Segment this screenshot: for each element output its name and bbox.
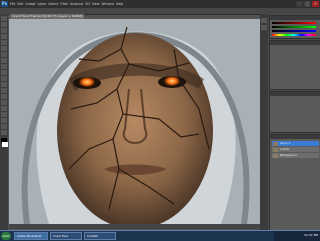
crop-tool-icon[interactable] xyxy=(1,40,7,45)
blue-slider[interactable] xyxy=(272,30,316,32)
hand-tool-icon[interactable] xyxy=(1,124,7,129)
menu-file[interactable]: File xyxy=(10,1,15,7)
history-brush-tool-icon[interactable] xyxy=(1,70,7,75)
layer-thumbnail xyxy=(273,153,278,158)
minimize-button[interactable]: – xyxy=(296,1,303,7)
eraser-tool-icon[interactable] xyxy=(1,76,7,81)
layer-thumbnail xyxy=(273,141,278,146)
pen-tool-icon[interactable] xyxy=(1,100,7,105)
color-panel xyxy=(269,15,320,39)
color-ramp[interactable] xyxy=(272,34,316,36)
history-panel-icon[interactable] xyxy=(261,18,267,23)
lasso-tool-icon[interactable] xyxy=(1,28,7,33)
shape-tool-icon[interactable] xyxy=(1,118,7,123)
gradient-tool-icon[interactable] xyxy=(1,82,7,87)
zoom-tool-icon[interactable] xyxy=(1,130,7,135)
start-button[interactable]: start xyxy=(1,232,11,240)
panel-dock: Layer 1 cracks Background xyxy=(268,14,320,231)
menu-3d[interactable]: 3D xyxy=(85,1,89,7)
properties-panel-icon[interactable] xyxy=(261,25,267,30)
status-bar xyxy=(9,224,260,229)
taskbar-item[interactable]: Untitled xyxy=(84,232,116,240)
menu-help[interactable]: Help xyxy=(116,1,123,7)
layer-name: Background xyxy=(280,153,297,157)
photoshop-logo: Ps xyxy=(1,1,8,7)
menu-layer[interactable]: Layer xyxy=(38,1,47,7)
magic-wand-tool-icon[interactable] xyxy=(1,34,7,39)
blur-tool-icon[interactable] xyxy=(1,88,7,93)
menu-filter[interactable]: Filter xyxy=(60,1,68,7)
windows-taskbar: start Adobe Photoshop Crack Face Untitle… xyxy=(0,230,320,241)
clone-stamp-tool-icon[interactable] xyxy=(1,64,7,69)
menu-view[interactable]: View xyxy=(92,1,100,7)
collapsed-panels-strip xyxy=(260,14,268,230)
window-controls: – □ × xyxy=(296,1,319,7)
move-tool-icon[interactable] xyxy=(1,16,7,21)
healing-brush-tool-icon[interactable] xyxy=(1,52,7,57)
canvas-image xyxy=(9,19,260,224)
menu-select[interactable]: Select xyxy=(48,1,58,7)
adjustments-panel xyxy=(269,40,320,90)
path-selection-tool-icon[interactable] xyxy=(1,112,7,117)
clock: 12:47 PM xyxy=(304,233,318,237)
type-tool-icon[interactable] xyxy=(1,106,7,111)
red-slider[interactable] xyxy=(272,22,316,24)
title-bar: Ps File Edit Image Layer Select Filter A… xyxy=(0,0,320,8)
tools-panel xyxy=(0,14,8,230)
layers-panel-header xyxy=(270,135,320,139)
eyedropper-tool-icon[interactable] xyxy=(1,46,7,51)
taskbar-item[interactable]: Crack Face xyxy=(50,232,82,240)
right-eye xyxy=(164,76,180,86)
background-color-swatch[interactable] xyxy=(2,142,8,147)
masks-panel-header xyxy=(270,92,320,96)
taskbar-item[interactable]: Adobe Photoshop xyxy=(14,232,48,240)
layer-thumbnail xyxy=(273,147,278,152)
close-button[interactable]: × xyxy=(312,1,319,7)
layer-row[interactable]: Layer 1 xyxy=(272,141,319,146)
layer-name: Layer 1 xyxy=(280,141,291,145)
menu-analysis[interactable]: Analysis xyxy=(70,1,83,7)
layer-row[interactable]: cracks xyxy=(272,147,319,152)
maximize-button[interactable]: □ xyxy=(304,1,311,7)
green-slider[interactable] xyxy=(272,26,316,28)
brush-tool-icon[interactable] xyxy=(1,58,7,63)
face xyxy=(57,33,213,224)
color-panel-header xyxy=(270,16,320,20)
layers-panel: Layer 1 cracks Background xyxy=(269,134,320,231)
menu-edit[interactable]: Edit xyxy=(17,1,23,7)
masks-panel xyxy=(269,91,320,133)
menu-image[interactable]: Image xyxy=(26,1,36,7)
document-canvas[interactable] xyxy=(9,19,260,224)
layer-name: cracks xyxy=(280,147,290,151)
left-eye xyxy=(79,77,95,87)
menu-window[interactable]: Window xyxy=(101,1,114,7)
menu-bar: File Edit Image Layer Select Filter Anal… xyxy=(10,1,123,7)
layer-row[interactable]: Background xyxy=(272,153,319,158)
marquee-tool-icon[interactable] xyxy=(1,22,7,27)
dodge-tool-icon[interactable] xyxy=(1,94,7,99)
adjustments-panel-header xyxy=(270,41,320,45)
